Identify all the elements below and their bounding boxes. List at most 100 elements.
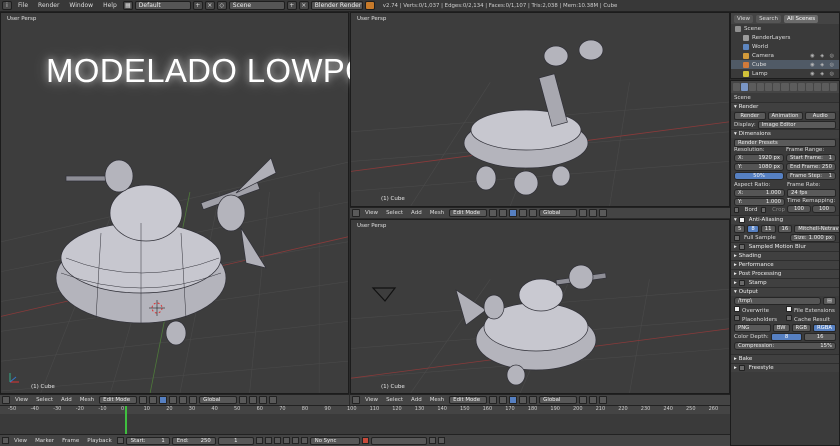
menu-mesh[interactable]: Mesh bbox=[427, 210, 447, 216]
jump-end-icon[interactable] bbox=[300, 437, 308, 444]
render-tab-icon[interactable] bbox=[741, 83, 749, 91]
particles-tab-icon[interactable] bbox=[821, 83, 829, 91]
object-tab-icon[interactable] bbox=[773, 83, 781, 91]
menu-add[interactable]: Add bbox=[58, 397, 75, 403]
menu-add[interactable]: Add bbox=[408, 210, 425, 216]
menu-window[interactable]: Window bbox=[65, 2, 97, 9]
freestyle-checkbox[interactable] bbox=[738, 365, 745, 371]
frame-step-field[interactable]: Frame Step: 1 bbox=[786, 172, 836, 180]
outliner-tab-view[interactable]: View bbox=[734, 14, 754, 23]
end-frame-field[interactable]: End: 250 bbox=[171, 436, 216, 445]
menu-view[interactable]: View bbox=[12, 397, 31, 403]
rotate-icon[interactable] bbox=[529, 209, 538, 217]
translate-icon[interactable] bbox=[519, 209, 528, 217]
dimensions-section-header[interactable]: ▾ Dimensions bbox=[731, 129, 839, 138]
editor-type-icon[interactable] bbox=[2, 437, 9, 444]
viewport-bottom-right[interactable]: User Persp (1) Cube bbox=[350, 219, 730, 394]
sync-mode-select[interactable]: No Sync bbox=[309, 436, 360, 445]
menu-add[interactable]: Add bbox=[408, 397, 425, 403]
orientation-select[interactable]: Global bbox=[539, 209, 578, 217]
section-freestyle[interactable]: ▸ Freestyle bbox=[731, 363, 839, 372]
antialiasing-section-header[interactable]: ▾ Anti-Aliasing bbox=[731, 215, 839, 224]
physics-tab-icon[interactable] bbox=[829, 83, 838, 91]
render-section-header[interactable]: ▾ Render bbox=[731, 102, 839, 111]
crop-checkbox[interactable] bbox=[761, 207, 767, 213]
world-tab-icon[interactable] bbox=[765, 83, 773, 91]
border-checkbox[interactable] bbox=[734, 207, 739, 213]
visibility-icons[interactable]: ◉ ◈ ◎ bbox=[810, 62, 836, 68]
section-sampled-motion-blur[interactable]: ▸ Sampled Motion Blur bbox=[731, 242, 839, 251]
orientation-select[interactable]: Global bbox=[539, 396, 578, 404]
section-bake[interactable]: ▸ Bake bbox=[731, 354, 839, 363]
aa-filter-select[interactable]: Mitchell-Netravali bbox=[794, 224, 839, 233]
add-scene-icon[interactable]: + bbox=[286, 1, 297, 10]
vertex-select-icon[interactable] bbox=[239, 396, 248, 404]
full-sample-checkbox[interactable] bbox=[734, 234, 740, 241]
file-extensions-checkbox[interactable] bbox=[786, 305, 792, 312]
render-engine-select[interactable]: Blender Render bbox=[310, 1, 363, 10]
face-select-icon[interactable] bbox=[599, 396, 608, 404]
keying-set-field[interactable] bbox=[370, 436, 427, 445]
spaceship-model-left[interactable] bbox=[41, 138, 281, 348]
timeline-menu-marker[interactable]: Marker bbox=[32, 438, 57, 444]
layers-tab-icon[interactable] bbox=[749, 83, 757, 91]
rotate-icon[interactable] bbox=[529, 396, 538, 404]
pivot-icon[interactable] bbox=[149, 396, 158, 404]
menu-select[interactable]: Select bbox=[383, 397, 406, 403]
spaceship-model-top[interactable] bbox=[461, 38, 621, 203]
face-select-icon[interactable] bbox=[259, 396, 268, 404]
menu-select[interactable]: Select bbox=[383, 210, 406, 216]
timeline-editor[interactable]: -50 -40 -30 -20 -10 0 10 20 30 40 50 60 70 80 90 100 110… bbox=[0, 405, 730, 434]
timeline-menu-frame[interactable]: Frame bbox=[59, 438, 82, 444]
data-tab-icon[interactable] bbox=[797, 83, 805, 91]
render-presets-select[interactable]: Render Presets bbox=[734, 138, 836, 147]
editor-type-icon[interactable] bbox=[352, 209, 360, 217]
shading-icon[interactable] bbox=[139, 396, 148, 404]
modifiers-tab-icon[interactable] bbox=[789, 83, 797, 91]
timeline-playhead[interactable] bbox=[125, 406, 127, 434]
color-rgba-button[interactable]: RGBA bbox=[812, 323, 836, 332]
visibility-icons[interactable]: ◉ ◈ ◎ bbox=[810, 53, 836, 59]
depth-16-button[interactable]: 16 bbox=[804, 332, 836, 341]
layout-select[interactable]: Default bbox=[134, 1, 191, 10]
edge-select-icon[interactable] bbox=[249, 396, 258, 404]
material-tab-icon[interactable] bbox=[805, 83, 813, 91]
outliner-item-camera[interactable]: Camera ◉ ◈ ◎ bbox=[731, 51, 839, 60]
overwrite-checkbox[interactable] bbox=[734, 305, 740, 312]
shading-icon[interactable] bbox=[489, 396, 498, 404]
outliner-item-scene[interactable]: Scene bbox=[731, 24, 839, 33]
shading-icon[interactable] bbox=[489, 209, 498, 217]
editor-type-icon[interactable] bbox=[733, 83, 741, 91]
current-frame-field[interactable]: 1 bbox=[217, 436, 254, 445]
menu-mesh[interactable]: Mesh bbox=[77, 397, 97, 403]
start-frame-field[interactable]: Start Frame: 1 bbox=[786, 154, 836, 162]
insert-keyframe-icon[interactable] bbox=[428, 437, 436, 444]
menu-file[interactable]: File bbox=[14, 2, 32, 9]
preview-range-icon[interactable] bbox=[116, 437, 124, 444]
play-reverse-icon[interactable] bbox=[273, 437, 281, 444]
output-section-header[interactable]: ▾ Output bbox=[731, 287, 839, 296]
time-remap-new-field[interactable]: 100 bbox=[812, 205, 836, 213]
aa-samples-5[interactable]: 5 bbox=[734, 224, 746, 233]
menu-select[interactable]: Select bbox=[33, 397, 56, 403]
display-select[interactable]: Image Editor bbox=[757, 120, 836, 129]
camera-object-icon[interactable] bbox=[371, 285, 397, 303]
edge-select-icon[interactable] bbox=[589, 209, 598, 217]
filter-size-field[interactable]: Size: 1.000 px bbox=[790, 233, 836, 242]
snap-icon[interactable] bbox=[269, 396, 278, 404]
face-select-icon[interactable] bbox=[599, 209, 608, 217]
scene-tab-icon[interactable] bbox=[757, 83, 765, 91]
outliner-tab-all-scenes[interactable]: All Scenes bbox=[783, 14, 819, 23]
compression-field[interactable]: Compression: 15% bbox=[734, 341, 836, 350]
scene-select[interactable]: Scene bbox=[228, 1, 285, 10]
menu-view[interactable]: View bbox=[362, 397, 381, 403]
aa-samples-11[interactable]: 11 bbox=[760, 224, 776, 233]
editor-type-icon[interactable] bbox=[352, 396, 360, 404]
mode-select[interactable]: Edit Mode bbox=[449, 396, 488, 404]
timeline-menu-view[interactable]: View bbox=[11, 438, 30, 444]
antialiasing-checkbox[interactable] bbox=[738, 217, 745, 223]
section-stamp[interactable]: ▸ Stamp bbox=[731, 278, 839, 287]
resolution-percent-field[interactable]: 50% bbox=[734, 172, 784, 180]
outliner-item-cube[interactable]: Cube ◉ ◈ ◎ bbox=[731, 60, 839, 69]
spaceship-model-bottom[interactable] bbox=[446, 255, 616, 390]
